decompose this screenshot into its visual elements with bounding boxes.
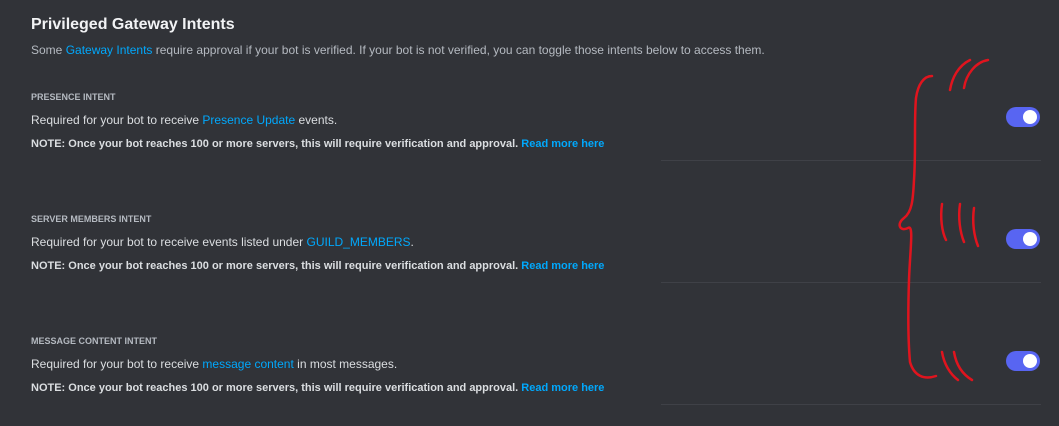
presence-intent-section: PRESENCE INTENT Required for your bot to…: [31, 92, 1041, 182]
server-members-intent-heading: SERVER MEMBERS INTENT: [31, 214, 152, 224]
read-more-link[interactable]: Read more here: [521, 138, 604, 150]
desc-suffix: .: [410, 235, 414, 249]
desc-prefix: Required for your bot to receive: [31, 357, 203, 371]
message-content-intent-heading: MESSAGE CONTENT INTENT: [31, 336, 158, 346]
message-content-intent-description: Required for your bot to receive message…: [31, 357, 397, 371]
section-divider: [661, 282, 1041, 283]
server-members-intent-description: Required for your bot to receive events …: [31, 235, 414, 249]
note-text: NOTE: Once your bot reaches 100 or more …: [31, 260, 522, 272]
guild-members-link[interactable]: GUILD_MEMBERS: [306, 235, 410, 249]
section-divider: [661, 404, 1041, 405]
toggle-knob: [1023, 232, 1037, 246]
toggle-knob: [1023, 354, 1037, 368]
presence-intent-note: NOTE: Once your bot reaches 100 or more …: [31, 138, 604, 150]
presence-intent-toggle[interactable]: [1006, 107, 1040, 127]
server-members-intent-note: NOTE: Once your bot reaches 100 or more …: [31, 260, 604, 272]
intro-text: Some Gateway Intents require approval if…: [31, 43, 765, 57]
read-more-link[interactable]: Read more here: [521, 382, 604, 394]
desc-prefix: Required for your bot to receive: [31, 113, 203, 127]
presence-update-link[interactable]: Presence Update: [202, 113, 295, 127]
note-text: NOTE: Once your bot reaches 100 or more …: [31, 138, 522, 150]
presence-intent-description: Required for your bot to receive Presenc…: [31, 113, 337, 127]
message-content-intent-section: MESSAGE CONTENT INTENT Required for your…: [31, 336, 1041, 426]
intro-prefix: Some: [31, 43, 66, 57]
desc-suffix: in most messages.: [293, 357, 398, 371]
intro-suffix: require approval if your bot is verified…: [152, 43, 765, 57]
section-divider: [661, 160, 1041, 161]
desc-prefix: Required for your bot to receive events …: [31, 235, 307, 249]
presence-intent-heading: PRESENCE INTENT: [31, 92, 116, 102]
server-members-intent-section: SERVER MEMBERS INTENT Required for your …: [31, 214, 1041, 304]
message-content-intent-note: NOTE: Once your bot reaches 100 or more …: [31, 382, 604, 394]
desc-suffix: events.: [295, 113, 338, 127]
toggle-knob: [1023, 110, 1037, 124]
read-more-link[interactable]: Read more here: [521, 260, 604, 272]
gateway-intents-link[interactable]: Gateway Intents: [66, 43, 153, 57]
message-content-intent-toggle[interactable]: [1006, 351, 1040, 371]
server-members-intent-toggle[interactable]: [1006, 229, 1040, 249]
message-content-link[interactable]: message content: [202, 357, 293, 371]
note-text: NOTE: Once your bot reaches 100 or more …: [31, 382, 522, 394]
page-title: Privileged Gateway Intents: [31, 16, 235, 33]
